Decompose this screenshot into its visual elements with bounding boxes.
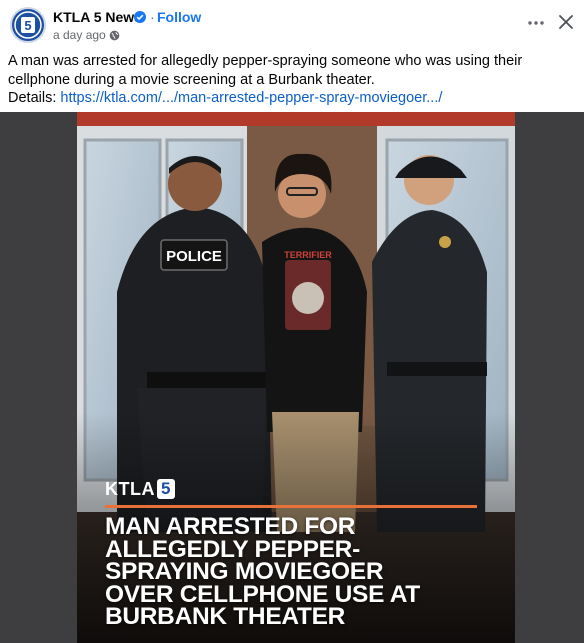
- image-headline: MAN ARRESTED FOR ALLEGEDLY PEPPER- SPRAY…: [105, 515, 505, 630]
- ktla-logo: KTLA 5: [105, 478, 175, 500]
- post-timestamp[interactable]: a day ago ·: [53, 28, 113, 42]
- ktla-logo-number: 5: [157, 479, 175, 499]
- news-photo[interactable]: POLICE TERRIFIER KTLA 5 MAN ARRESTED FOR…: [77, 112, 515, 643]
- more-options-icon[interactable]: [527, 14, 545, 32]
- verified-badge-icon: [134, 11, 146, 23]
- details-link[interactable]: https://ktla.com/.../man-arrested-pepper…: [60, 90, 442, 106]
- page-avatar[interactable]: 5: [10, 7, 46, 43]
- post-caption: A man was arrested for allegedly pepper-…: [8, 52, 578, 108]
- headline-accent-rule: [105, 505, 477, 508]
- close-icon[interactable]: [558, 14, 574, 30]
- ktla-logo-text: KTLA: [105, 478, 155, 499]
- post-image-area[interactable]: POLICE TERRIFIER KTLA 5 MAN ARRESTED FOR…: [0, 112, 584, 643]
- svg-text:5: 5: [24, 18, 31, 33]
- ktla-5-logo-icon: 5: [14, 11, 42, 39]
- post-header: 5 KTLA 5 News · Follow a day ago ·: [0, 0, 584, 48]
- page-name[interactable]: KTLA 5 News: [53, 9, 142, 25]
- globe-icon: [109, 30, 120, 41]
- shirt-text: TERRIFIER: [284, 250, 332, 260]
- details-label: Details:: [8, 90, 57, 106]
- separator-dot: ·: [150, 9, 155, 25]
- headline-line: BURBANK THEATER: [105, 603, 346, 630]
- follow-button[interactable]: Follow: [157, 9, 201, 25]
- caption-text: A man was arrested for allegedly pepper-…: [8, 53, 523, 88]
- police-badge-text: POLICE: [166, 248, 222, 265]
